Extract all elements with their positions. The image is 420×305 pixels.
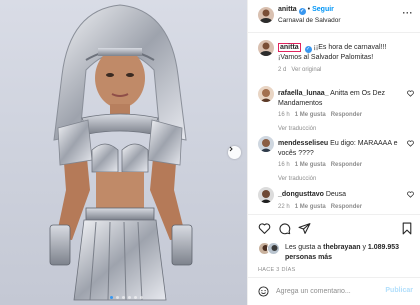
post-actions: Les gusta a thebrayaan y 1.089.953 perso…: [248, 214, 420, 304]
post-photo[interactable]: [0, 0, 247, 305]
see-original-link[interactable]: Ver original: [291, 67, 321, 73]
heart-icon[interactable]: [258, 222, 271, 235]
likes-connector: y: [362, 244, 366, 251]
comment-icon[interactable]: [278, 222, 291, 235]
see-translation-link[interactable]: Ver traducción: [278, 175, 403, 185]
author-username[interactable]: anitta: [278, 6, 297, 13]
author-line: anitta ✓ • Seguir: [278, 6, 334, 15]
comment-time: 22 h: [278, 203, 290, 210]
comment-body: _dongusttavo Deusa 22 h 1 Me gusta Respond…: [278, 190, 403, 212]
commenter-avatar[interactable]: [258, 187, 274, 203]
comment-body: rafaella_lunaa_ Anitta em Os Dez Mandame…: [278, 89, 403, 134]
separator-dot: •: [307, 6, 311, 13]
author-avatar[interactable]: [258, 7, 274, 23]
share-icon[interactable]: [298, 222, 311, 235]
post-location[interactable]: Carnaval de Salvador: [278, 17, 341, 24]
post-header: anitta ✓ • Seguir Carnaval de Salvador ···: [248, 0, 420, 33]
liker-avatar[interactable]: [267, 242, 280, 255]
liker-username[interactable]: thebrayaan: [323, 244, 360, 251]
comment-body: mendesseliseu Eu digo: MARAAAA e vocês ?…: [278, 139, 403, 184]
comment-username[interactable]: mendesseliseu: [278, 140, 328, 147]
carousel-dot: [116, 296, 119, 299]
carousel-dot: [140, 296, 143, 299]
comment-text: Deusa: [325, 191, 347, 198]
comment-heart-icon[interactable]: [407, 140, 414, 147]
comment-likes[interactable]: 1 Me gusta: [295, 112, 326, 118]
caption-avatar[interactable]: [258, 40, 274, 56]
comment-heart-icon[interactable]: [407, 191, 414, 198]
comment-likes[interactable]: 1 Me gusta: [295, 204, 326, 210]
reply-button[interactable]: Responder: [331, 204, 362, 210]
post-details-panel: anitta ✓ • Seguir Carnaval de Salvador ··· …: [247, 0, 420, 305]
more-options-icon[interactable]: ···: [403, 8, 414, 18]
see-translation-link[interactable]: Ver traducción: [278, 125, 403, 135]
carousel-dot: [128, 296, 131, 299]
comment-input[interactable]: [276, 284, 386, 298]
comment-time: 16 h: [278, 162, 290, 168]
comment-username[interactable]: _dongusttavo: [278, 191, 324, 198]
carousel-dot: [134, 296, 137, 299]
performer-illustration: [49, 4, 193, 301]
comment-meta: 16 h 1 Me gusta Responder: [278, 111, 403, 121]
post-date: HACE 3 DÍAS: [258, 267, 296, 273]
verified-badge-icon: ✓: [304, 46, 312, 53]
caption-meta: 2 d Ver original: [278, 66, 403, 76]
emoji-icon[interactable]: [258, 286, 269, 297]
caption-time: 2 d: [278, 66, 287, 73]
follow-button[interactable]: Seguir: [312, 6, 334, 13]
carousel-dot: [110, 296, 113, 299]
comment-time: 16 h: [278, 112, 290, 118]
reply-button[interactable]: Responder: [331, 162, 362, 168]
commenter-avatar[interactable]: [258, 136, 274, 152]
instagram-post: anitta ✓ • Seguir Carnaval de Salvador ··· …: [0, 0, 420, 305]
publish-button[interactable]: Publicar: [385, 287, 413, 294]
reply-button[interactable]: Responder: [331, 112, 362, 118]
likes-text: Les gusta a thebrayaan y 1.089.953 perso…: [285, 243, 413, 262]
carousel-indicator: [110, 296, 143, 299]
bookmark-icon[interactable]: [401, 222, 413, 235]
comments-list: anitta ✓ ¡¡Es hora de carnaval!!! ¡Vamos…: [248, 34, 420, 212]
caption-body: anitta ✓ ¡¡Es hora de carnaval!!! ¡Vamos…: [278, 43, 403, 75]
verified-badge-icon: ✓: [298, 8, 306, 15]
chevron-right-icon: [229, 146, 233, 152]
action-icons: [258, 222, 311, 235]
commenter-avatar[interactable]: [258, 86, 274, 102]
comment-meta: 16 h 1 Me gusta Responder: [278, 161, 403, 171]
carousel-dot: [122, 296, 125, 299]
likes-prefix: Les gusta a: [285, 244, 322, 251]
comment-composer: Publicar: [248, 277, 420, 305]
caption-username[interactable]: anitta: [278, 43, 301, 52]
next-photo-button[interactable]: [228, 146, 241, 159]
comment-heart-icon[interactable]: [407, 90, 414, 97]
comment-username[interactable]: rafaella_lunaa_: [278, 90, 329, 97]
comment-meta: 22 h 1 Me gusta Responder: [278, 203, 403, 213]
comment-likes[interactable]: 1 Me gusta: [295, 162, 326, 168]
